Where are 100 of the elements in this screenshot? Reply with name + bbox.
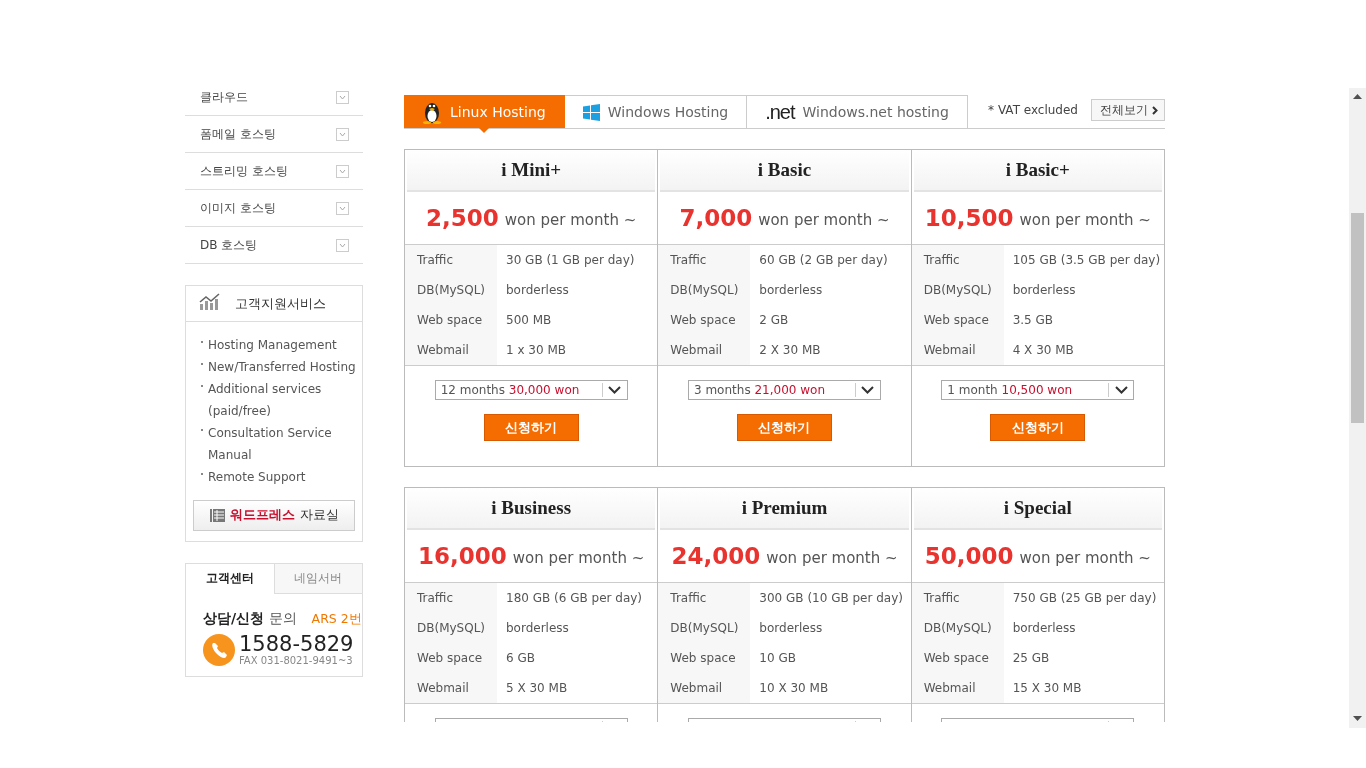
expand-icon[interactable] <box>336 127 349 141</box>
support-link[interactable]: New/Transferred Hosting <box>208 356 356 378</box>
plan-price: 2,500 <box>426 205 499 231</box>
plan-name: i Business <box>491 497 572 519</box>
spec-value: 5 X 30 MB <box>505 681 568 695</box>
term-select[interactable]: 1 month 10,500 won <box>941 380 1135 400</box>
spec-label: Webmail <box>658 335 751 365</box>
sidebar-menu-item[interactable]: 이미지 호스팅 <box>185 190 363 227</box>
spec-label: DB(MySQL) <box>911 613 1004 643</box>
hosting-tab[interactable]: Windows Hosting <box>564 95 748 128</box>
plan-price: 10,500 <box>924 205 1014 231</box>
price-unit: won per month ~ <box>512 549 645 567</box>
dotnet-logo: .net <box>765 102 795 122</box>
price-unit: won per month ~ <box>1019 211 1151 229</box>
spec-value: borderless <box>1011 621 1076 635</box>
plan-name: i Special <box>1003 497 1072 519</box>
spec-value: 3.5 GB <box>1011 313 1054 327</box>
sidebar-menu-item[interactable]: 클라우드 <box>185 88 363 116</box>
spec-value: 30 GB (1 GB per day) <box>505 253 635 267</box>
plan-price: 7,000 <box>679 205 753 231</box>
spec-label: Web space <box>405 305 497 335</box>
spec-value: 60 GB (2 GB per day) <box>758 253 888 267</box>
spec-value: 4 X 30 MB <box>1011 343 1074 357</box>
spec-label: DB(MySQL) <box>658 275 751 305</box>
spec-value: 6 GB <box>505 651 535 665</box>
dropdown-caret-icon <box>861 386 875 394</box>
sidebar-menu-item[interactable]: 폼메일 호스팅 <box>185 116 363 153</box>
spec-label: Webmail <box>405 673 497 703</box>
spec-label: Web space <box>658 305 751 335</box>
spec-label: Web space <box>911 643 1004 673</box>
spec-label: Webmail <box>911 673 1004 703</box>
spec-label: Traffic <box>658 583 751 613</box>
windows-logo-icon <box>582 103 600 121</box>
spec-label: Webmail <box>911 335 1004 365</box>
dropdown-caret-icon <box>608 386 622 394</box>
spec-label: DB(MySQL) <box>405 275 497 305</box>
price-unit: won per month ~ <box>504 211 637 229</box>
scroll-down-icon[interactable] <box>1353 716 1362 722</box>
scrollbar-thumb[interactable] <box>1351 213 1364 423</box>
plan-price: 24,000 <box>671 543 761 569</box>
plan-name: i Basic <box>757 159 812 181</box>
penguin-icon <box>422 100 442 124</box>
fax-number: FAX 031-8021-9491~3 <box>239 655 354 666</box>
spec-value: 15 X 30 MB <box>1011 681 1082 695</box>
term-select[interactable]: 3 months 21,000 won <box>688 380 881 400</box>
spec-value: 105 GB (3.5 GB per day) <box>1011 253 1161 267</box>
spec-label: Web space <box>405 643 497 673</box>
expand-icon[interactable] <box>336 164 349 178</box>
spec-value: 180 GB (6 GB per day) <box>505 591 643 605</box>
phone-icon <box>203 634 235 666</box>
scrollbar[interactable] <box>1349 88 1366 728</box>
panel-title: 고객지원서비스 <box>235 294 326 313</box>
support-link[interactable]: Additional services (paid/free) <box>208 378 362 422</box>
scroll-up-icon[interactable] <box>1353 93 1362 99</box>
spec-label: Traffic <box>405 583 497 613</box>
spec-label: Webmail <box>405 335 497 365</box>
spec-label: Traffic <box>405 245 497 275</box>
spec-value: borderless <box>758 621 823 635</box>
spec-label: Web space <box>658 643 751 673</box>
sidebar-menu-item[interactable]: 스트리밍 호스팅 <box>185 153 363 190</box>
tab-pointer <box>478 128 489 133</box>
spec-label: Traffic <box>911 583 1004 613</box>
dropdown-caret-icon <box>1114 386 1128 394</box>
spec-label: DB(MySQL) <box>405 613 497 643</box>
spec-label: DB(MySQL) <box>911 275 1004 305</box>
support-link[interactable]: Remote Support <box>208 466 306 488</box>
spec-value: 1 x 30 MB <box>505 343 567 357</box>
spec-value: 25 GB <box>1011 651 1050 665</box>
plan-price: 16,000 <box>418 543 507 569</box>
vat-note: * VAT excluded <box>988 102 1078 117</box>
spec-value: borderless <box>1011 283 1076 297</box>
support-link[interactable]: Consultation Service Manual <box>208 422 362 466</box>
hosting-tab[interactable]: .net Windows.net hosting <box>747 95 968 128</box>
price-unit: won per month ~ <box>758 211 890 229</box>
spec-label: Web space <box>911 305 1004 335</box>
plan-name: i Premium <box>741 497 828 519</box>
spec-value: borderless <box>505 621 569 635</box>
sidebar-menu-item[interactable]: DB 호스팅 <box>185 227 363 264</box>
library-button[interactable]: 워드프레스 자료실 <box>193 500 355 531</box>
list-icon <box>209 509 225 522</box>
spec-value: 750 GB (25 GB per day) <box>1011 591 1157 605</box>
support-link[interactable]: Hosting Management <box>208 334 337 356</box>
spec-value: borderless <box>505 283 569 297</box>
spec-label: Traffic <box>911 245 1004 275</box>
spec-value: 500 MB <box>505 313 552 327</box>
spec-label: DB(MySQL) <box>658 613 751 643</box>
plan-name: i Basic+ <box>1005 159 1070 181</box>
plan-name: i Mini+ <box>501 159 562 181</box>
chevron-right-icon <box>1152 105 1158 115</box>
spec-label: Traffic <box>658 245 751 275</box>
inquiry-label: 상담/신청 문의 <box>203 610 297 628</box>
spec-value: borderless <box>758 283 823 297</box>
term-select[interactable]: 12 months 30,000 won <box>434 380 628 400</box>
view-all-button[interactable]: 전체보기 <box>1091 99 1165 121</box>
spec-value: 10 GB <box>758 651 796 665</box>
price-unit: won per month ~ <box>766 549 898 567</box>
expand-icon[interactable] <box>336 201 349 215</box>
expand-icon[interactable] <box>336 90 349 104</box>
spec-value: 2 X 30 MB <box>758 343 821 357</box>
expand-icon[interactable] <box>336 238 349 252</box>
